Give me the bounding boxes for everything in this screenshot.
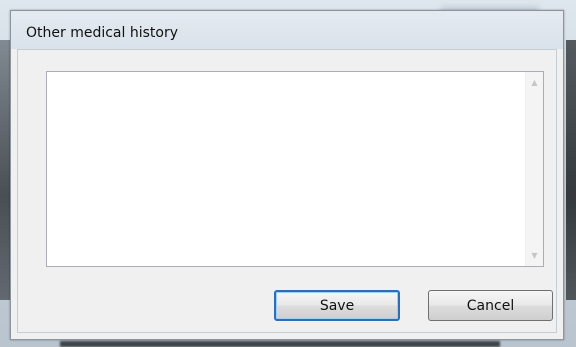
background-edge — [60, 341, 500, 347]
medical-history-textarea[interactable] — [47, 72, 525, 266]
chevron-down-icon[interactable]: ▼ — [526, 247, 543, 264]
other-medical-history-dialog: Other medical history ▲ ▼ Save Cancel — [10, 10, 564, 340]
dialog-title: Other medical history — [26, 25, 178, 41]
dialog-client-area: ▲ ▼ Save Cancel — [17, 49, 557, 333]
notes-field: ▲ ▼ — [46, 71, 544, 267]
chevron-up-icon[interactable]: ▲ — [526, 74, 543, 91]
save-button[interactable]: Save — [274, 290, 400, 321]
background-edge — [566, 40, 576, 300]
cancel-button[interactable]: Cancel — [428, 290, 553, 321]
vertical-scrollbar[interactable]: ▲ ▼ — [525, 72, 543, 266]
